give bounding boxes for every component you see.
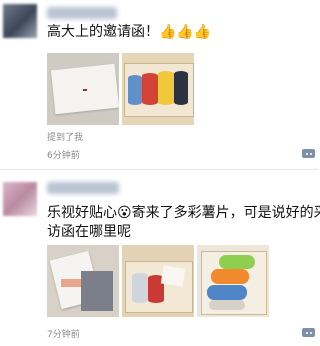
- can-image: [219, 255, 255, 269]
- post-image[interactable]: [122, 245, 194, 317]
- post-image[interactable]: [47, 53, 119, 125]
- username-blurred[interactable]: [47, 7, 117, 19]
- post-text: 高大上的邀请函！👍👍👍: [47, 24, 212, 40]
- avatar[interactable]: [3, 4, 37, 38]
- card-image: [160, 265, 186, 287]
- can-image: [128, 75, 142, 105]
- timestamp: 6分钟前: [47, 151, 80, 161]
- can-image: [211, 269, 249, 284]
- can-image: [209, 300, 245, 310]
- can-image: [174, 71, 188, 105]
- moment-post: 乐视好贴心😮寄来了多彩薯片，可是说好的采 访函在哪里呢 7分钟前: [0, 170, 320, 346]
- can-image: [207, 285, 247, 300]
- package-image: [81, 271, 113, 311]
- post-image[interactable]: [122, 53, 194, 125]
- can-image: [142, 73, 158, 105]
- post-image[interactable]: [197, 245, 269, 317]
- avatar[interactable]: [3, 182, 37, 216]
- timestamp: 7分钟前: [47, 330, 80, 340]
- moment-post: 高大上的邀请函！👍👍👍 提到了我 6分钟前: [0, 0, 318, 170]
- label-image: [61, 279, 81, 287]
- can-image: [132, 273, 148, 303]
- post-text-line-1: 乐视好贴心😮寄来了多彩薯片，可是说好的采: [47, 205, 320, 221]
- more-dots-icon[interactable]: [302, 328, 315, 337]
- username-blurred[interactable]: [47, 182, 119, 194]
- card-mark: [83, 89, 87, 91]
- post-text-line-2: 访函在哪里呢: [47, 224, 131, 240]
- mention-text[interactable]: 提到了我: [47, 130, 83, 143]
- can-image: [158, 71, 174, 105]
- more-dots-icon[interactable]: [302, 149, 315, 158]
- post-image[interactable]: [47, 245, 119, 317]
